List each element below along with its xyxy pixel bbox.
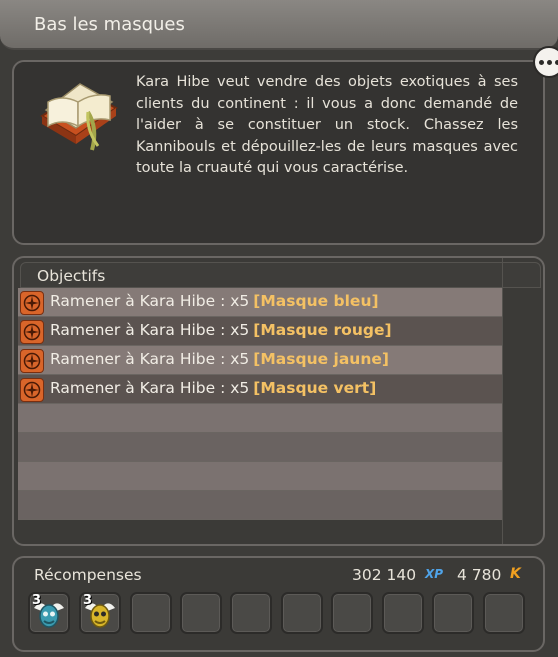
quest-title: Bas les masques (34, 14, 185, 35)
reward-slot-empty[interactable] (382, 592, 424, 634)
objective-row[interactable]: Ramener à Kara Hibe : x5 [Masque rouge] (18, 317, 502, 346)
objective-text: Ramener à Kara Hibe : x5 (50, 350, 250, 368)
reward-slot-empty[interactable] (281, 592, 323, 634)
quest-book-icon (40, 83, 118, 151)
objective-text: Ramener à Kara Hibe : x5 (50, 292, 250, 310)
objectives-list: Ramener à Kara Hibe : x5 [Masque bleu] Ra… (18, 288, 502, 520)
objective-row[interactable]: Ramener à Kara Hibe : x5 [Masque vert] (18, 375, 502, 404)
quest-window: Bas les masques Kara Hibe veut vendre de… (0, 0, 558, 657)
objectives-header-label: Objectifs (37, 267, 106, 285)
reward-slot-empty[interactable] (432, 592, 474, 634)
kamas-value: 4 780 (457, 566, 502, 584)
objective-text: Ramener à Kara Hibe : x5 (50, 379, 250, 397)
rewards-panel: Récompenses 302 140 XP 4 780 K 3 3 (12, 556, 545, 652)
objective-compass-icon (20, 349, 44, 373)
empty-row (18, 462, 502, 491)
title-bar: Bas les masques (0, 0, 558, 50)
reward-quantity: 3 (32, 593, 42, 608)
objective-row[interactable]: Ramener à Kara Hibe : x5 [Masque bleu] (18, 288, 502, 317)
objectives-header: Objectifs (20, 262, 541, 288)
reward-slot-empty[interactable] (331, 592, 373, 634)
objective-compass-icon (20, 378, 44, 402)
kamas-icon: K (510, 566, 521, 582)
objective-compass-icon (20, 320, 44, 344)
objective-item-link[interactable]: [Masque bleu] (253, 292, 378, 310)
objective-text: Ramener à Kara Hibe : x5 (50, 321, 250, 339)
reward-quantity: 3 (83, 593, 93, 608)
objective-compass-icon (20, 291, 44, 315)
rewards-label: Récompenses (34, 566, 142, 584)
objective-item-link[interactable]: [Masque rouge] (253, 321, 391, 339)
empty-row (18, 433, 502, 462)
reward-slot[interactable]: 3 (28, 592, 70, 634)
reward-slot-empty[interactable] (483, 592, 525, 634)
reward-slot-empty[interactable] (230, 592, 272, 634)
objective-item-link[interactable]: [Masque vert] (253, 379, 376, 397)
reward-slot-empty[interactable] (130, 592, 172, 634)
empty-row (18, 404, 502, 433)
objective-row[interactable]: Ramener à Kara Hibe : x5 [Masque jaune] (18, 346, 502, 375)
reward-slot[interactable]: 3 (79, 592, 121, 634)
empty-row (18, 491, 502, 520)
xp-value: 302 140 (352, 566, 417, 584)
quest-description: Kara Hibe veut vendre des objets exotiqu… (136, 74, 518, 177)
description-panel: Kara Hibe veut vendre des objets exotiqu… (12, 60, 545, 245)
xp-icon: XP (425, 567, 444, 581)
objective-item-link[interactable]: [Masque jaune] (253, 350, 389, 368)
objectives-panel: Objectifs Ramener à Kara Hibe : x5 [Masqu… (12, 256, 545, 546)
scrollbar-track[interactable] (502, 258, 503, 544)
speech-bubble-icon[interactable] (533, 46, 558, 78)
reward-slot-empty[interactable] (180, 592, 222, 634)
